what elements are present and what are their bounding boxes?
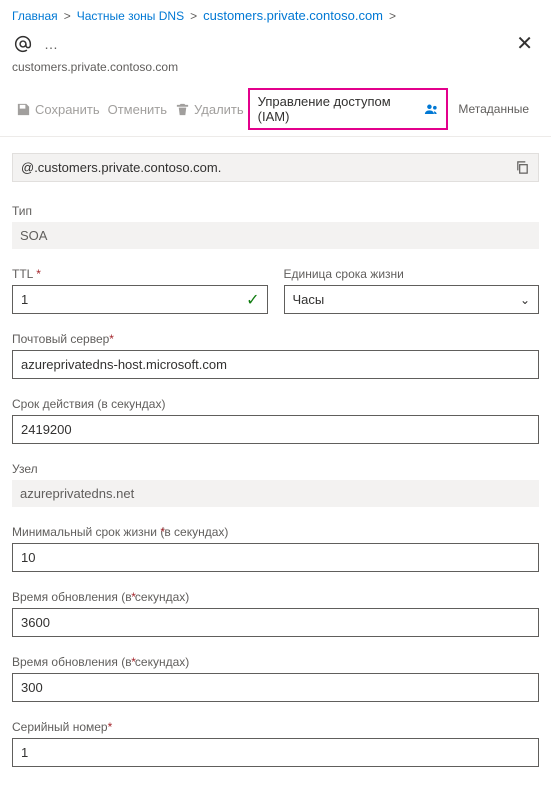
breadcrumb-zones[interactable]: Частные зоны DNS bbox=[77, 9, 184, 23]
field-type: Тип SOA bbox=[12, 204, 539, 249]
serial-input[interactable] bbox=[12, 738, 539, 767]
expire-label: Срок действия (в секундах) bbox=[12, 397, 539, 411]
ttl-unit-value: Часы bbox=[293, 292, 325, 307]
check-icon: ✓ bbox=[246, 290, 259, 310]
field-expire: Срок действия (в секундах) bbox=[12, 397, 539, 444]
ttl-label: TTL * bbox=[12, 267, 268, 281]
trash-icon bbox=[175, 102, 190, 117]
retry-label: Время обновления (в секундах)* bbox=[12, 655, 539, 669]
minttl-label: Минимальный срок жизни (в секундах)* bbox=[12, 525, 539, 539]
copy-icon[interactable] bbox=[515, 160, 530, 175]
field-minttl: Минимальный срок жизни (в секундах)* bbox=[12, 525, 539, 572]
record-name-text: @.customers.private.contoso.com. bbox=[21, 160, 515, 175]
save-label: Сохранить bbox=[35, 102, 100, 117]
delete-label: Удалить bbox=[194, 102, 244, 117]
more-button[interactable]: … bbox=[44, 36, 59, 52]
delete-button[interactable]: Удалить bbox=[171, 98, 248, 121]
field-mailserver: Почтовый сервер* bbox=[12, 332, 539, 379]
field-ttl-unit: Единица срока жизни Часы ⌄ bbox=[284, 267, 540, 314]
save-button[interactable]: Сохранить bbox=[12, 98, 104, 121]
ttl-input[interactable] bbox=[12, 285, 268, 314]
breadcrumb: Главная > Частные зоны DNS > customers.p… bbox=[0, 0, 551, 29]
close-button[interactable]: ✕ bbox=[510, 31, 539, 56]
field-refresh: Время обновления (в секундах)* bbox=[12, 590, 539, 637]
page-subtitle: customers.private.contoso.com bbox=[0, 58, 551, 82]
refresh-label: Время обновления (в секундах)* bbox=[12, 590, 539, 604]
metadata-button[interactable]: Метаданные bbox=[448, 98, 539, 120]
chevron-right-icon: > bbox=[190, 9, 197, 23]
toolbar: Сохранить Отменить Удалить Управление до… bbox=[0, 82, 551, 137]
people-icon bbox=[424, 102, 438, 117]
serial-label: Серийный номер* bbox=[12, 720, 539, 734]
node-label: Узел bbox=[12, 462, 539, 476]
chevron-right-icon: > bbox=[389, 9, 396, 23]
cancel-label: Отменить bbox=[108, 102, 167, 117]
cancel-button[interactable]: Отменить bbox=[104, 98, 171, 121]
record-name-box: @.customers.private.contoso.com. bbox=[12, 153, 539, 182]
mailserver-input[interactable] bbox=[12, 350, 539, 379]
retry-input[interactable] bbox=[12, 673, 539, 702]
refresh-input[interactable] bbox=[12, 608, 539, 637]
save-icon bbox=[16, 102, 31, 117]
ttl-unit-label: Единица срока жизни bbox=[284, 267, 540, 281]
field-serial: Серийный номер* bbox=[12, 720, 539, 767]
at-sign-icon bbox=[12, 33, 34, 55]
field-ttl: TTL * ✓ bbox=[12, 267, 268, 314]
mailserver-label: Почтовый сервер* bbox=[12, 332, 539, 346]
type-label: Тип bbox=[12, 204, 539, 218]
iam-label: Управление доступом (IAM) bbox=[258, 94, 420, 124]
ttl-unit-select[interactable]: Часы ⌄ bbox=[284, 285, 540, 314]
chevron-down-icon: ⌄ bbox=[520, 293, 530, 307]
breadcrumb-current[interactable]: customers.private.contoso.com bbox=[203, 8, 383, 23]
expire-input[interactable] bbox=[12, 415, 539, 444]
type-value: SOA bbox=[12, 222, 539, 249]
node-value: azureprivatedns.net bbox=[12, 480, 539, 507]
chevron-right-icon: > bbox=[64, 9, 71, 23]
iam-button[interactable]: Управление доступом (IAM) bbox=[248, 88, 449, 130]
field-retry: Время обновления (в секундах)* bbox=[12, 655, 539, 702]
breadcrumb-home[interactable]: Главная bbox=[12, 9, 58, 23]
field-node: Узел azureprivatedns.net bbox=[12, 462, 539, 507]
minttl-input[interactable] bbox=[12, 543, 539, 572]
